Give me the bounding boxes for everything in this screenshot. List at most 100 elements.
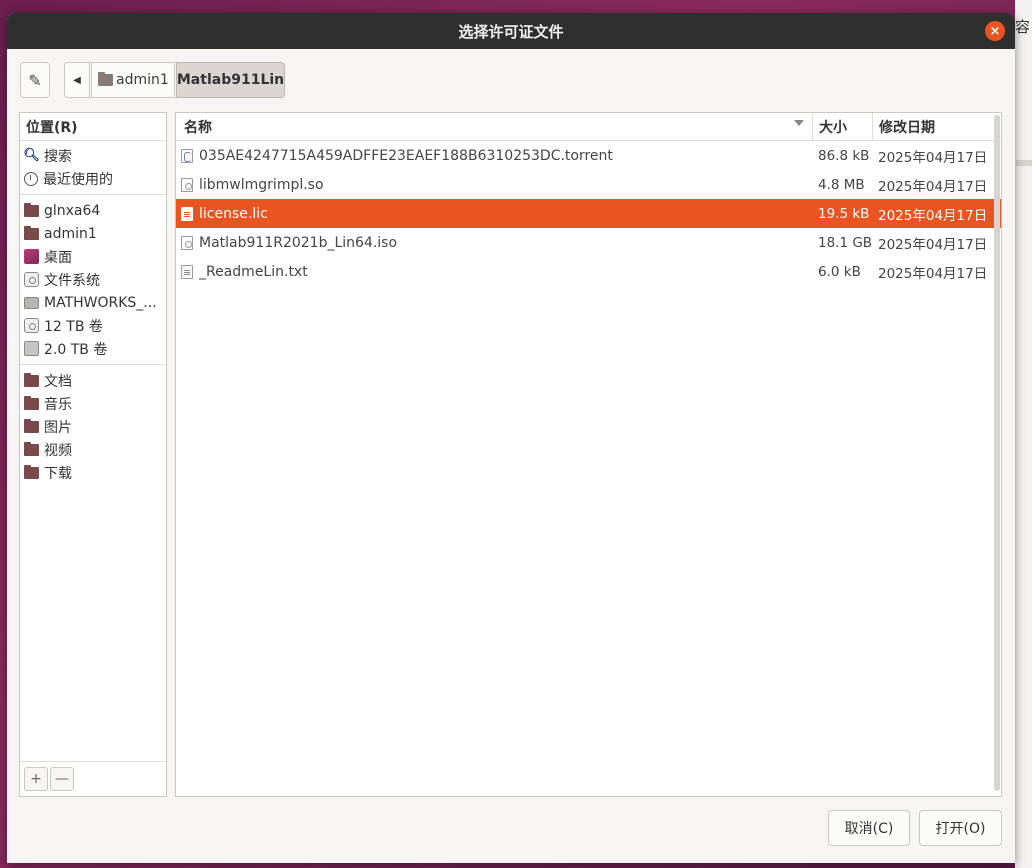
sidebar-item-label: admin1	[44, 225, 97, 242]
breadcrumb-matlab911lin[interactable]: Matlab911Lin	[176, 62, 285, 98]
sidebar-item[interactable]: 图片	[20, 415, 166, 438]
open-button[interactable]: 打开(O)	[919, 810, 1002, 846]
chevron-left-icon: ◀	[73, 74, 81, 86]
sidebar-item[interactable]: glnxa64	[20, 199, 166, 222]
breadcrumb-label: admin1	[116, 72, 169, 88]
file-iso-icon	[181, 235, 193, 250]
drive-icon	[24, 296, 39, 309]
file-row[interactable]: 035AE4247715A459ADFFE23EAEF188B6310253DC…	[176, 141, 1001, 170]
column-header-label: 名称	[184, 119, 212, 136]
sidebar-item-label: 下载	[44, 465, 72, 482]
file-row[interactable]: license.lic 19.5 kB 2025年04月17日	[176, 199, 1001, 228]
file-modified: 2025年04月17日	[878, 207, 988, 224]
file-name: 035AE4247715A459ADFFE23EAEF188B6310253DC…	[199, 147, 613, 164]
folder-icon	[24, 395, 39, 410]
pencil-icon: ✎	[28, 70, 42, 90]
sidebar-item[interactable]: MATHWORKS_...	[20, 291, 166, 314]
file-name: _ReadmeLin.txt	[199, 263, 308, 280]
sidebar-item-label: 图片	[44, 419, 72, 436]
sidebar-item-label: 文档	[44, 373, 72, 390]
path-back-button[interactable]: ◀	[64, 62, 90, 98]
sidebar-header: 位置(R)	[20, 113, 166, 141]
file-list-header: 名称 大小 修改日期	[176, 113, 1001, 141]
file-modified: 2025年04月17日	[878, 178, 988, 195]
file-row[interactable]: libmwlmgrimpl.so 4.8 MB 2025年04月17日	[176, 170, 1001, 199]
file-torrent-icon	[181, 148, 193, 163]
file-name-cell: libmwlmgrimpl.so	[176, 170, 813, 199]
sidebar-item-label: 最近使用的	[43, 171, 113, 188]
recent-icon	[24, 171, 38, 186]
vertical-scrollbar[interactable]	[994, 115, 1000, 791]
sidebar-item[interactable]: 🔍︎ 搜索	[20, 144, 166, 167]
sidebar-item-label: 12 TB 卷	[44, 318, 103, 335]
close-button[interactable]: ×	[985, 21, 1005, 41]
sidebar-item-label: glnxa64	[44, 202, 101, 219]
hdd-icon	[24, 341, 39, 356]
file-name-cell: license.lic	[176, 199, 813, 228]
search-icon: 🔍︎	[23, 148, 40, 163]
sidebar-item[interactable]: 视频	[20, 438, 166, 461]
column-header-size[interactable]: 大小	[813, 113, 873, 140]
sidebar-item[interactable]: 桌面	[20, 245, 166, 268]
sidebar-separator	[20, 194, 166, 195]
add-bookmark-button[interactable]: +	[24, 767, 48, 791]
file-row[interactable]: _ReadmeLin.txt 6.0 kB 2025年04月17日	[176, 257, 1001, 286]
file-name: libmwlmgrimpl.so	[199, 176, 324, 193]
file-name-cell: _ReadmeLin.txt	[176, 257, 813, 286]
column-header-modified[interactable]: 修改日期	[873, 113, 993, 140]
folder-icon	[24, 441, 39, 456]
home-folder-icon	[24, 225, 39, 240]
background-line	[1016, 160, 1032, 166]
column-header-name[interactable]: 名称	[176, 113, 813, 140]
sidebar-item-label: 搜索	[44, 148, 72, 165]
file-name: Matlab911R2021b_Lin64.iso	[199, 234, 398, 251]
sort-down-icon	[794, 120, 804, 126]
background-window-edge: 容	[1015, 0, 1032, 868]
file-size: 18.1 GB	[818, 234, 873, 251]
sidebar-item-label: 视频	[44, 442, 72, 459]
file-name-cell: Matlab911R2021b_Lin64.iso	[176, 228, 813, 257]
titlebar: 选择许可证文件 ×	[7, 13, 1015, 49]
breadcrumb-label: Matlab911Lin	[176, 72, 285, 88]
sidebar-item[interactable]: 音乐	[20, 392, 166, 415]
folder-icon	[24, 372, 39, 387]
toolbar: ✎ ◀ admin1 Matlab911Lin	[20, 62, 1015, 99]
file-row[interactable]: Matlab911R2021b_Lin64.iso 18.1 GB 2025年0…	[176, 228, 1001, 257]
sidebar-item-label: 2.0 TB 卷	[44, 341, 108, 358]
sidebar-item[interactable]: admin1	[20, 222, 166, 245]
edit-location-button[interactable]: ✎	[20, 62, 50, 98]
file-size: 86.8 kB	[818, 147, 870, 164]
filesystem-icon	[24, 272, 39, 287]
file-size: 4.8 MB	[818, 176, 865, 193]
sidebar-item-label: 桌面	[44, 249, 72, 266]
file-modified: 2025年04月17日	[878, 149, 988, 166]
file-modified: 2025年04月17日	[878, 265, 988, 282]
sidebar-item[interactable]: 最近使用的	[20, 167, 166, 190]
file-name-cell: 035AE4247715A459ADFFE23EAEF188B6310253DC…	[176, 141, 813, 170]
file-txt-icon	[181, 206, 193, 221]
folder-icon	[24, 464, 39, 479]
file-list: 名称 大小 修改日期 035AE4247715A459ADFFE23EAEF18…	[175, 112, 1002, 797]
file-size: 6.0 kB	[818, 263, 861, 280]
folder-icon	[24, 202, 39, 217]
cancel-button[interactable]: 取消(C)	[828, 810, 910, 846]
dialog-title: 选择许可证文件	[458, 22, 564, 41]
remove-bookmark-button[interactable]: —	[50, 767, 74, 791]
breadcrumb-admin1[interactable]: admin1	[91, 62, 175, 98]
sidebar-item[interactable]: 12 TB 卷	[20, 314, 166, 337]
sidebar-item[interactable]: 下载	[20, 461, 166, 484]
desktop-icon	[24, 249, 39, 264]
sidebar-item-label: 音乐	[44, 396, 72, 413]
sidebar-item[interactable]: 文档	[20, 369, 166, 392]
file-rows: 035AE4247715A459ADFFE23EAEF188B6310253DC…	[176, 141, 1001, 286]
sidebar-item[interactable]: 2.0 TB 卷	[20, 337, 166, 360]
folder-icon	[24, 418, 39, 433]
sidebar-separator	[20, 364, 166, 365]
places-sidebar: 位置(R) 🔍︎ 搜索最近使用的 glnxa64 admin1 桌面文件系统 MATHWO…	[19, 112, 167, 797]
home-folder-icon	[98, 72, 113, 86]
file-name: license.lic	[199, 205, 268, 222]
sidebar-item[interactable]: 文件系统	[20, 268, 166, 291]
file-txt-icon	[181, 264, 193, 279]
sidebar-items: 🔍︎ 搜索最近使用的 glnxa64 admin1 桌面文件系统 MATHWORKS_..…	[20, 141, 166, 484]
disk-icon	[24, 318, 39, 333]
